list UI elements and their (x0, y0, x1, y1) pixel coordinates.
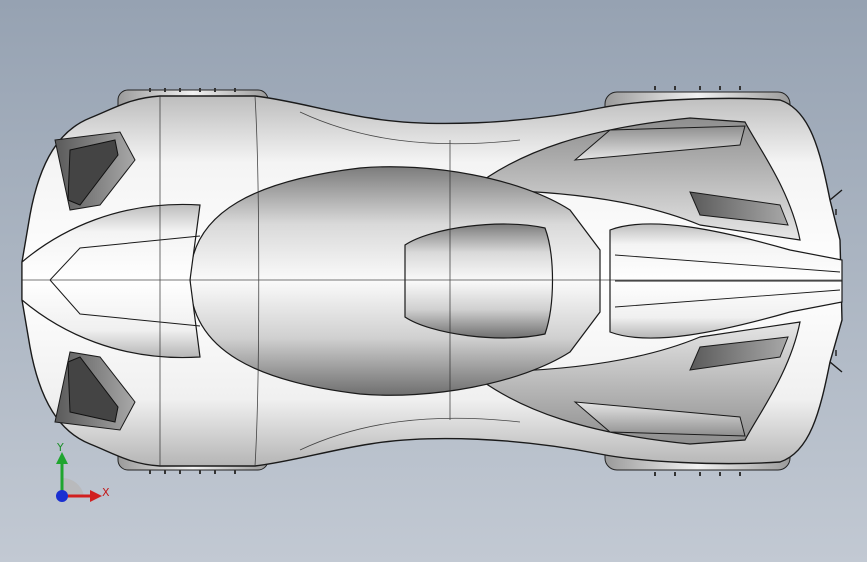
triad-z-axis (56, 490, 68, 502)
car-model[interactable] (0, 0, 867, 562)
cockpit-window (404, 223, 554, 339)
coordinate-triad: Y X (44, 440, 124, 510)
triad-x-arrow (90, 490, 102, 502)
triad-x-label: X (102, 486, 110, 499)
triad-y-label: Y (57, 441, 64, 454)
graphics-viewport[interactable]: Y X (0, 0, 867, 562)
